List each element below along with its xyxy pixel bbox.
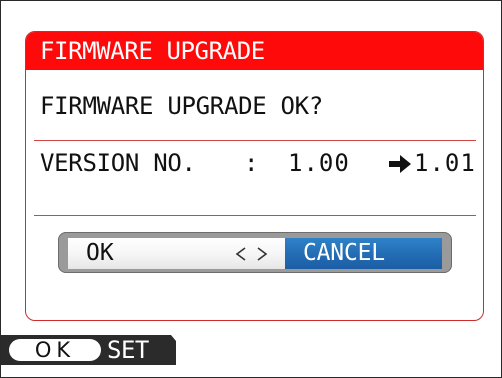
dialog-title: FIRMWARE UPGRADE	[26, 32, 483, 70]
camera-screen: FIRMWARE UPGRADE FIRMWARE UPGRADE OK? VE…	[0, 0, 502, 378]
cancel-button[interactable]: CANCEL	[285, 238, 442, 269]
ok-button[interactable]: OK	[68, 238, 285, 269]
firmware-upgrade-dialog: FIRMWARE UPGRADE FIRMWARE UPGRADE OK? VE…	[25, 31, 484, 321]
version-label: VERSION NO.	[40, 149, 196, 177]
arrow-right-icon	[389, 155, 411, 173]
set-hint-bar: OK SET	[1, 335, 176, 365]
ok-oval-label: OK	[34, 338, 76, 362]
ok-oval-icon: OK	[9, 339, 101, 361]
chevron-right-icon	[257, 247, 268, 261]
new-version: 1.01	[414, 149, 476, 177]
version-separator: :	[244, 149, 259, 177]
current-version: 1.00	[288, 149, 350, 177]
confirm-question: FIRMWARE UPGRADE OK?	[40, 92, 323, 120]
set-label: SET	[107, 336, 149, 364]
cancel-button-label: CANCEL	[303, 240, 385, 266]
button-selector: OK CANCEL	[58, 232, 452, 273]
nav-chevrons	[229, 238, 279, 269]
divider	[34, 215, 476, 216]
version-row: VERSION NO. : 1.00 1.01	[40, 149, 475, 179]
chevron-left-icon	[235, 247, 246, 261]
divider	[34, 140, 476, 141]
ok-button-label: OK	[86, 240, 114, 266]
